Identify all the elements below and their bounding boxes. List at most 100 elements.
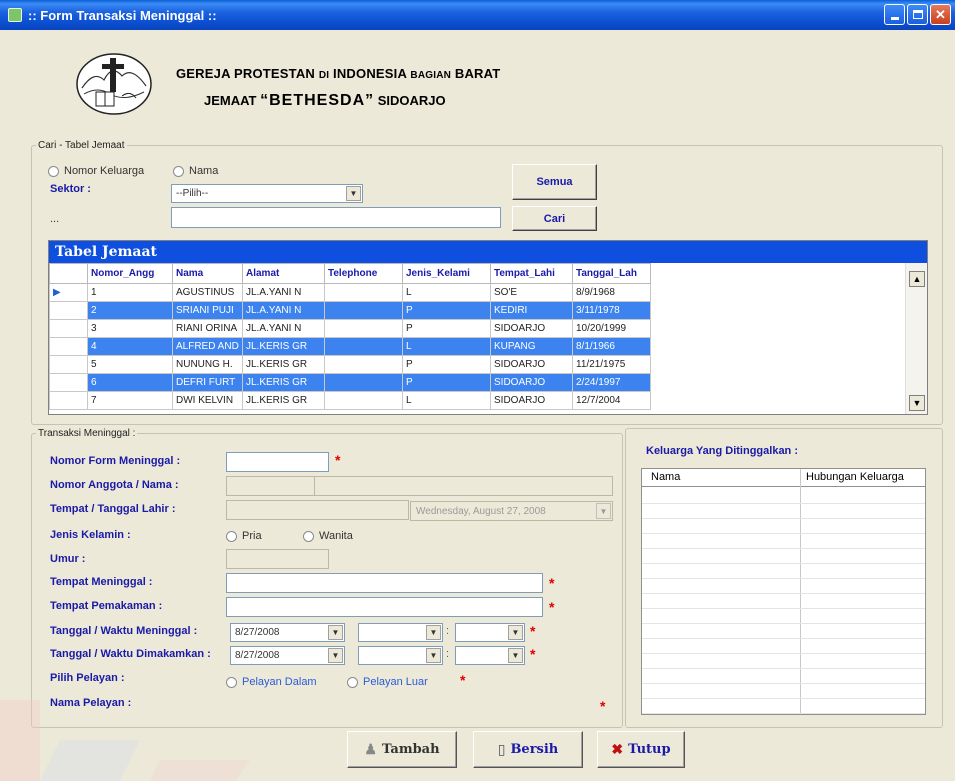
table-cell[interactable]: SRIANI PUJI: [172, 301, 243, 320]
search-input[interactable]: [171, 207, 501, 228]
cari-button[interactable]: Cari: [512, 206, 597, 231]
table-cell[interactable]: AGUSTINUS: [172, 283, 243, 302]
tempat-pemakaman-input[interactable]: [226, 597, 543, 617]
table-cell[interactable]: ALFRED AND: [172, 337, 243, 356]
tanggal-lahir-picker[interactable]: Wednesday, August 27, 2008 ▼: [410, 501, 613, 521]
table-cell[interactable]: SIDOARJO: [490, 355, 573, 374]
menit-meninggal-select[interactable]: ▼: [455, 623, 525, 642]
dropdown-arrow-icon[interactable]: ▼: [596, 503, 611, 519]
table-cell[interactable]: JL.A.YANI N: [242, 319, 325, 338]
dropdown-arrow-icon[interactable]: ▼: [508, 648, 523, 663]
jemaat-table[interactable]: Tabel Jemaat Nomor_Angg Nama Alamat Telepho…: [48, 240, 928, 415]
table-cell[interactable]: 10/20/1999: [572, 319, 651, 338]
row-indicator[interactable]: ▶: [49, 283, 88, 302]
table-cell[interactable]: JL.KERIS GR: [242, 337, 325, 356]
table-cell[interactable]: P: [402, 319, 491, 338]
table-cell[interactable]: JL.KERIS GR: [242, 391, 325, 410]
minimize-button[interactable]: [884, 4, 905, 25]
radio-circle-icon[interactable]: [226, 676, 237, 688]
column-header[interactable]: Tanggal_Lah: [572, 263, 651, 284]
table-cell[interactable]: [324, 337, 403, 356]
radio-pelayan-dalam[interactable]: Pelayan Dalam: [226, 676, 317, 691]
table-cell[interactable]: NUNUNG H.: [172, 355, 243, 374]
table-cell[interactable]: 2: [87, 301, 173, 320]
column-header[interactable]: Telephone: [324, 263, 403, 284]
table-cell[interactable]: [324, 355, 403, 374]
nomor-form-input[interactable]: [226, 452, 329, 472]
table-row[interactable]: 4 ALFRED AND JL.KERIS GR L KUPANG 8/1/1966: [49, 337, 651, 356]
table-row[interactable]: 5 NUNUNG H. JL.KERIS GR P SIDOARJO 11/21/1975: [49, 355, 651, 374]
table-cell[interactable]: L: [402, 337, 491, 356]
radio-pria[interactable]: Pria: [226, 530, 262, 545]
table-cell[interactable]: KUPANG: [490, 337, 573, 356]
radio-nama[interactable]: Nama: [173, 165, 218, 180]
table-cell[interactable]: 6: [87, 373, 173, 392]
table-cell[interactable]: 2/24/1997: [572, 373, 651, 392]
scroll-down-icon[interactable]: ▼: [909, 395, 925, 411]
radio-circle-icon[interactable]: [347, 676, 358, 688]
table-cell[interactable]: SIDOARJO: [490, 373, 573, 392]
table-cell[interactable]: DEFRI FURT: [172, 373, 243, 392]
table-row[interactable]: ▶ 1 AGUSTINUS JL.A.YANI N L SO'E 8/9/1968: [49, 283, 651, 302]
dropdown-arrow-icon[interactable]: ▼: [426, 648, 441, 663]
row-indicator[interactable]: [49, 319, 88, 338]
row-indicator[interactable]: [49, 391, 88, 410]
semua-button[interactable]: Semua: [512, 164, 597, 200]
jam-meninggal-select[interactable]: ▼: [358, 623, 443, 642]
jemaat-grid[interactable]: Nomor_Angg Nama Alamat Telephone Jenis_Kelam…: [49, 263, 651, 410]
table-cell[interactable]: SO'E: [490, 283, 573, 302]
radio-pelayan-luar[interactable]: Pelayan Luar: [347, 676, 428, 691]
dropdown-arrow-icon[interactable]: ▼: [426, 625, 441, 640]
radio-wanita[interactable]: Wanita: [303, 530, 353, 545]
table-cell[interactable]: JL.A.YANI N: [242, 283, 325, 302]
table-cell[interactable]: [324, 283, 403, 302]
tempat-lahir-input[interactable]: [226, 500, 409, 520]
column-header[interactable]: Alamat: [242, 263, 325, 284]
dropdown-arrow-icon[interactable]: ▼: [328, 625, 343, 640]
table-cell[interactable]: P: [402, 373, 491, 392]
sektor-select[interactable]: --Pilih-- ▼: [171, 184, 363, 203]
row-indicator[interactable]: [49, 301, 88, 320]
radio-circle-icon[interactable]: [226, 530, 237, 542]
scroll-up-icon[interactable]: ▲: [909, 271, 925, 287]
table-cell[interactable]: JL.KERIS GR: [242, 373, 325, 392]
table-row[interactable]: 3 RIANI ORINA JL.A.YANI N P SIDOARJO 10/20/19…: [49, 319, 651, 338]
table-cell[interactable]: JL.KERIS GR: [242, 355, 325, 374]
table-cell[interactable]: RIANI ORINA: [172, 319, 243, 338]
tgl-dimakamkan-select[interactable]: 8/27/2008 ▼: [230, 646, 345, 665]
jam-dimakamkan-select[interactable]: ▼: [358, 646, 443, 665]
radio-circle-icon[interactable]: [48, 165, 59, 177]
column-header[interactable]: Nama: [172, 263, 243, 284]
dropdown-arrow-icon[interactable]: ▼: [346, 186, 361, 201]
table-cell[interactable]: 12/7/2004: [572, 391, 651, 410]
radio-nomor-keluarga[interactable]: Nomor Keluarga: [48, 165, 144, 180]
table-cell[interactable]: 8/9/1968: [572, 283, 651, 302]
nomor-anggota-input[interactable]: [226, 476, 315, 496]
table-cell[interactable]: 3/11/1978: [572, 301, 651, 320]
row-indicator[interactable]: [49, 355, 88, 374]
table-cell[interactable]: 4: [87, 337, 173, 356]
table-cell[interactable]: 5: [87, 355, 173, 374]
table-cell[interactable]: SIDOARJO: [490, 391, 573, 410]
table-cell[interactable]: 3: [87, 319, 173, 338]
table-cell[interactable]: JL.A.YANI N: [242, 301, 325, 320]
table-cell[interactable]: KEDIRI: [490, 301, 573, 320]
radio-circle-icon[interactable]: [173, 165, 184, 177]
table-cell[interactable]: 7: [87, 391, 173, 410]
menit-dimakamkan-select[interactable]: ▼: [455, 646, 525, 665]
table-cell[interactable]: L: [402, 283, 491, 302]
close-button[interactable]: ✕: [930, 4, 951, 25]
table-row[interactable]: 2 SRIANI PUJI JL.A.YANI N P KEDIRI 3/11/1978: [49, 301, 651, 320]
tgl-meninggal-select[interactable]: 8/27/2008 ▼: [230, 623, 345, 642]
maximize-button[interactable]: [907, 4, 928, 25]
column-header[interactable]: Nomor_Angg: [87, 263, 173, 284]
table-row[interactable]: 7 DWI KELVIN JL.KERIS GR L SIDOARJO 12/7/2004: [49, 391, 651, 410]
table-cell[interactable]: SIDOARJO: [490, 319, 573, 338]
table-scrollbar[interactable]: ▲ ▼: [905, 263, 927, 414]
table-cell[interactable]: [324, 373, 403, 392]
column-header[interactable]: Jenis_Kelami: [402, 263, 491, 284]
dropdown-arrow-icon[interactable]: ▼: [508, 625, 523, 640]
table-cell[interactable]: [324, 391, 403, 410]
table-cell[interactable]: DWI KELVIN: [172, 391, 243, 410]
table-cell[interactable]: 1: [87, 283, 173, 302]
